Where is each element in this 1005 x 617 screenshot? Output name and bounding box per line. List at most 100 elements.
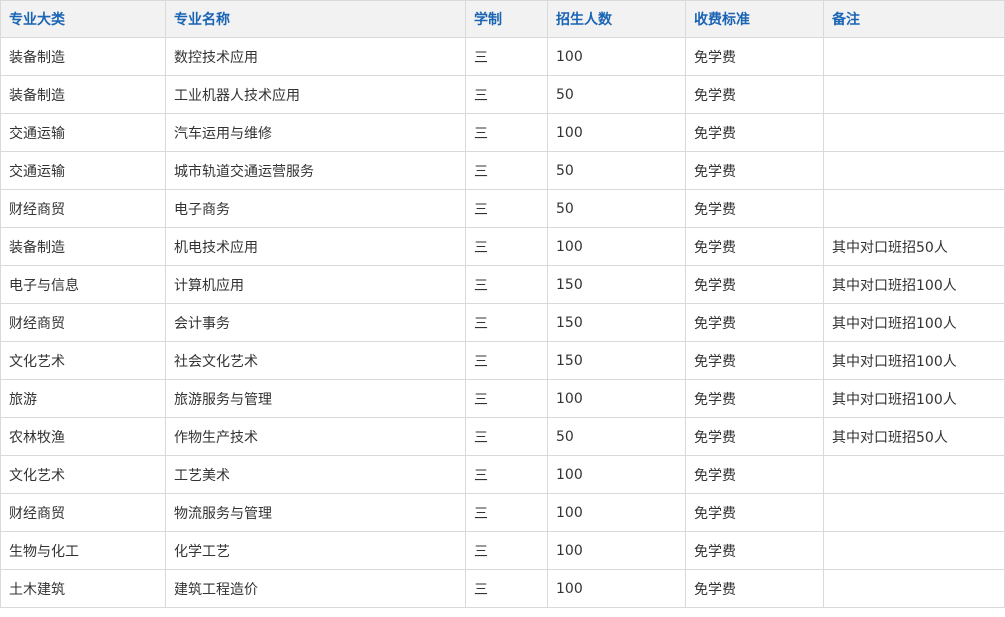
cell-fee: 免学费 xyxy=(685,37,824,76)
cell-category: 装备制造 xyxy=(0,37,166,76)
cell-duration: 三 xyxy=(465,303,548,342)
cell-major-name: 工艺美术 xyxy=(165,455,466,494)
cell-category: 交通运输 xyxy=(0,113,166,152)
cell-remarks: 其中对口班招100人 xyxy=(823,265,1005,304)
cell-major-name: 机电技术应用 xyxy=(165,227,466,266)
cell-major-name: 作物生产技术 xyxy=(165,417,466,456)
cell-major-name: 工业机器人技术应用 xyxy=(165,75,466,114)
table-row: 文化艺术 社会文化艺术三 150 免学费 其中对口班招100人 xyxy=(0,341,1005,380)
table-row: 交通运输 城市轨道交通运营服务三 50 免学费 xyxy=(0,151,1005,190)
cell-enrollment: 100 xyxy=(547,379,686,418)
cell-duration: 三 xyxy=(465,37,548,76)
table-row: 装备制造 工业机器人技术应用三 50 免学费 xyxy=(0,75,1005,114)
header-major-name: 专业名称 xyxy=(165,0,466,38)
table-row: 电子与信息 计算机应用三 150 免学费 其中对口班招100人 xyxy=(0,265,1005,304)
cell-fee: 免学费 xyxy=(685,569,824,608)
table-row: 生物与化工 化学工艺三 100 免学费 xyxy=(0,531,1005,570)
cell-category: 生物与化工 xyxy=(0,531,166,570)
cell-remarks: 其中对口班招100人 xyxy=(823,379,1005,418)
cell-fee: 免学费 xyxy=(685,493,824,532)
cell-major-name: 建筑工程造价 xyxy=(165,569,466,608)
cell-duration: 三 xyxy=(465,151,548,190)
header-remarks: 备注 xyxy=(823,0,1005,38)
cell-category: 文化艺术 xyxy=(0,341,166,380)
cell-fee: 免学费 xyxy=(685,75,824,114)
table-row: 财经商贸 物流服务与管理三 100 免学费 xyxy=(0,493,1005,532)
cell-category: 电子与信息 xyxy=(0,265,166,304)
cell-duration: 三 xyxy=(465,569,548,608)
table-row: 旅游 旅游服务与管理三 100 免学费 其中对口班招100人 xyxy=(0,379,1005,418)
cell-fee: 免学费 xyxy=(685,151,824,190)
cell-major-name: 城市轨道交通运营服务 xyxy=(165,151,466,190)
cell-fee: 免学费 xyxy=(685,113,824,152)
cell-major-name: 计算机应用 xyxy=(165,265,466,304)
cell-category: 财经商贸 xyxy=(0,493,166,532)
cell-category: 财经商贸 xyxy=(0,189,166,228)
table-row: 交通运输 汽车运用与维修三 100 免学费 xyxy=(0,113,1005,152)
table-row: 财经商贸 会计事务三 150 免学费 其中对口班招100人 xyxy=(0,303,1005,342)
cell-remarks: 其中对口班招50人 xyxy=(823,227,1005,266)
enrollment-table: 专业大类 专业名称 学制 招生人数 收费标准 备注 装备制造 数控技术应用三 100… xyxy=(0,0,1005,608)
cell-remarks: 其中对口班招50人 xyxy=(823,417,1005,456)
cell-enrollment: 100 xyxy=(547,455,686,494)
cell-remarks xyxy=(823,569,1005,608)
cell-category: 财经商贸 xyxy=(0,303,166,342)
cell-category: 旅游 xyxy=(0,379,166,418)
header-fee: 收费标准 xyxy=(685,0,824,38)
cell-enrollment: 100 xyxy=(547,493,686,532)
cell-duration: 三 xyxy=(465,227,548,266)
cell-enrollment: 150 xyxy=(547,265,686,304)
cell-duration: 三 xyxy=(465,189,548,228)
table-row: 土木建筑 建筑工程造价三 100 免学费 xyxy=(0,569,1005,608)
cell-remarks xyxy=(823,189,1005,228)
table-row: 装备制造 数控技术应用三 100 免学费 xyxy=(0,37,1005,76)
cell-enrollment: 100 xyxy=(547,569,686,608)
cell-fee: 免学费 xyxy=(685,531,824,570)
cell-fee: 免学费 xyxy=(685,455,824,494)
cell-fee: 免学费 xyxy=(685,227,824,266)
cell-fee: 免学费 xyxy=(685,189,824,228)
cell-remarks: 其中对口班招100人 xyxy=(823,303,1005,342)
cell-fee: 免学费 xyxy=(685,417,824,456)
cell-category: 文化艺术 xyxy=(0,455,166,494)
cell-duration: 三 xyxy=(465,455,548,494)
cell-enrollment: 100 xyxy=(547,113,686,152)
cell-category: 装备制造 xyxy=(0,75,166,114)
table-header: 专业大类 专业名称 学制 招生人数 收费标准 备注 xyxy=(0,0,1005,38)
cell-duration: 三 xyxy=(465,493,548,532)
cell-enrollment: 50 xyxy=(547,189,686,228)
table-body: 装备制造 数控技术应用三 100 免学费 装备制造 工业机器人技术应用三 50 免学费 交通运输… xyxy=(0,37,1005,608)
cell-major-name: 物流服务与管理 xyxy=(165,493,466,532)
header-category: 专业大类 xyxy=(0,0,166,38)
cell-remarks xyxy=(823,113,1005,152)
cell-remarks xyxy=(823,493,1005,532)
table-row: 装备制造 机电技术应用三 100 免学费 其中对口班招50人 xyxy=(0,227,1005,266)
cell-category: 土木建筑 xyxy=(0,569,166,608)
cell-enrollment: 50 xyxy=(547,75,686,114)
table-row: 财经商贸 电子商务三 50 免学费 xyxy=(0,189,1005,228)
cell-enrollment: 50 xyxy=(547,417,686,456)
cell-remarks xyxy=(823,75,1005,114)
cell-major-name: 会计事务 xyxy=(165,303,466,342)
cell-fee: 免学费 xyxy=(685,303,824,342)
cell-remarks: 其中对口班招100人 xyxy=(823,341,1005,380)
cell-duration: 三 xyxy=(465,265,548,304)
cell-enrollment: 100 xyxy=(547,227,686,266)
cell-remarks xyxy=(823,151,1005,190)
table-row: 文化艺术 工艺美术三 100 免学费 xyxy=(0,455,1005,494)
cell-duration: 三 xyxy=(465,379,548,418)
cell-remarks xyxy=(823,531,1005,570)
cell-major-name: 电子商务 xyxy=(165,189,466,228)
cell-enrollment: 100 xyxy=(547,531,686,570)
cell-enrollment: 50 xyxy=(547,151,686,190)
cell-enrollment: 100 xyxy=(547,37,686,76)
cell-enrollment: 150 xyxy=(547,303,686,342)
cell-duration: 三 xyxy=(465,531,548,570)
cell-duration: 三 xyxy=(465,113,548,152)
cell-category: 装备制造 xyxy=(0,227,166,266)
header-enrollment: 招生人数 xyxy=(547,0,686,38)
cell-remarks xyxy=(823,455,1005,494)
cell-fee: 免学费 xyxy=(685,379,824,418)
cell-category: 交通运输 xyxy=(0,151,166,190)
cell-major-name: 数控技术应用 xyxy=(165,37,466,76)
